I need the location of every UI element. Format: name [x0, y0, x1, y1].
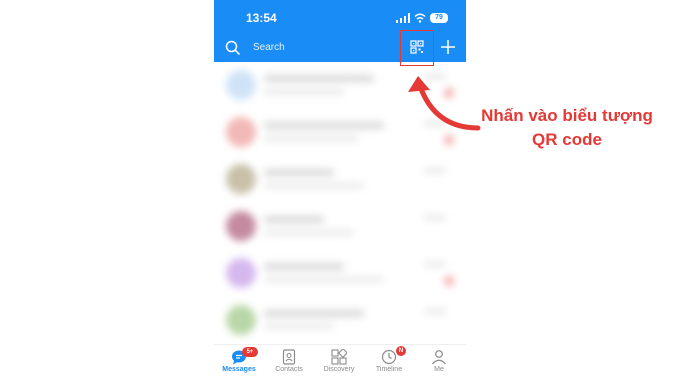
search-icon[interactable]	[225, 40, 241, 56]
avatar	[226, 164, 256, 194]
contact-card-icon	[282, 349, 296, 365]
list-item-time	[424, 262, 446, 267]
list-item-title	[264, 122, 384, 129]
list-item-title	[264, 216, 324, 223]
list-item-preview	[264, 324, 334, 329]
wifi-icon	[414, 13, 426, 23]
tab-label: Messages	[222, 366, 256, 373]
list-item-preview	[264, 136, 359, 141]
list-item-time	[424, 215, 446, 220]
list-item-time	[424, 168, 446, 173]
list-item[interactable]	[214, 156, 466, 203]
status-time: 13:54	[246, 11, 277, 25]
avatar	[226, 211, 256, 241]
grid-icon	[331, 349, 347, 365]
list-item-time	[424, 309, 446, 314]
annotation-line-2: QR code	[532, 130, 602, 149]
annotation-line-1: Nhấn vào biểu tượng	[481, 106, 653, 125]
list-item-title	[264, 263, 344, 270]
tab-me[interactable]: Me	[414, 345, 464, 382]
list-item-title	[264, 75, 374, 82]
add-icon[interactable]	[440, 39, 456, 55]
avatar	[226, 305, 256, 335]
list-item-title	[264, 169, 334, 176]
list-item[interactable]	[214, 250, 466, 297]
battery-indicator: 79	[430, 13, 448, 23]
instruction-annotation: Nhấn vào biểu tượng QR code	[471, 104, 663, 152]
list-item-preview	[264, 89, 344, 94]
clock-icon	[381, 349, 397, 365]
list-item-title	[264, 310, 364, 317]
list-item-preview	[264, 183, 364, 188]
tab-label: Contacts	[275, 366, 303, 373]
qr-highlight-box	[400, 30, 434, 66]
list-item-preview	[264, 230, 354, 235]
list-item[interactable]	[214, 297, 466, 344]
person-icon	[432, 350, 446, 365]
messages-badge: 5+	[242, 347, 258, 357]
avatar	[226, 117, 256, 147]
timeline-badge: N	[396, 346, 406, 356]
avatar	[226, 70, 256, 100]
avatar	[226, 258, 256, 288]
tab-discovery[interactable]: Discovery	[314, 345, 364, 382]
bottom-tab-bar: 5+ Messages Contacts Discovery N Timelin…	[214, 344, 466, 382]
list-item-preview	[264, 277, 384, 282]
status-icons: 79	[396, 12, 448, 24]
tab-label: Me	[434, 366, 444, 373]
tab-timeline[interactable]: N Timeline	[364, 345, 414, 382]
tab-contacts[interactable]: Contacts	[264, 345, 314, 382]
tab-label: Timeline	[375, 366, 403, 373]
search-input[interactable]: Search	[253, 42, 285, 53]
list-item[interactable]	[214, 203, 466, 250]
tab-label: Discovery	[323, 366, 355, 373]
unread-badge	[444, 276, 454, 286]
signal-icon	[396, 13, 410, 23]
tab-messages[interactable]: 5+ Messages	[214, 345, 264, 382]
